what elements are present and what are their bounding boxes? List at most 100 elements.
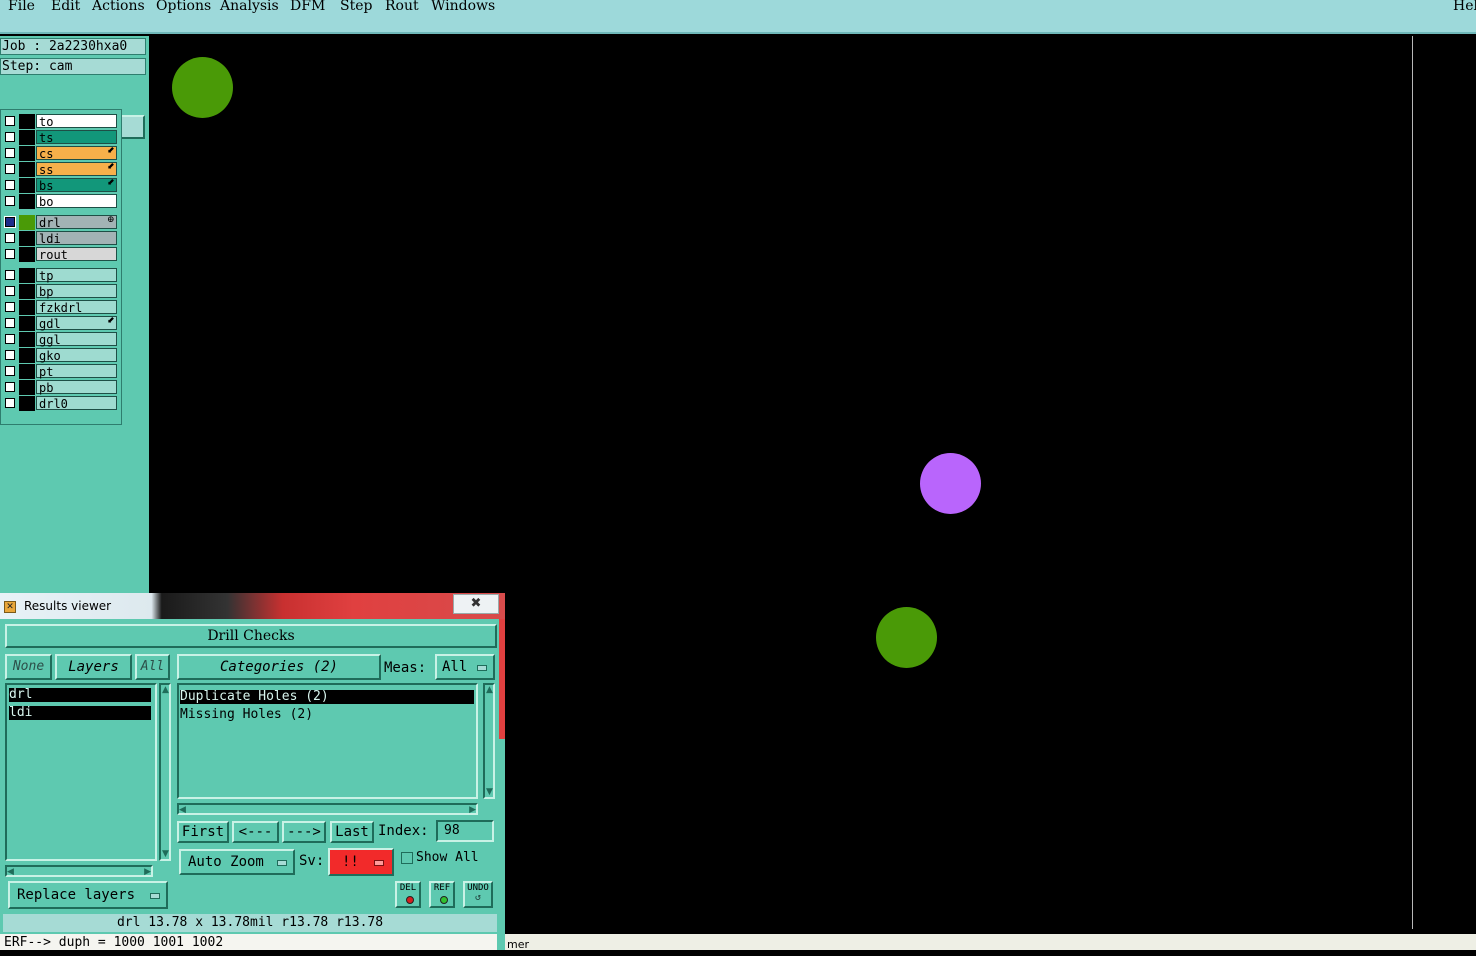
none-button[interactable]: None	[5, 654, 52, 680]
show-all-checkbox[interactable]	[401, 852, 413, 864]
menu-file[interactable]: File	[8, 0, 35, 14]
drill-pad[interactable]	[172, 57, 233, 118]
layer-row-bs[interactable]: bs ⬋	[1, 178, 119, 193]
menu-analysis[interactable]: Analysis	[220, 0, 279, 14]
scroll-up-arrow-icon[interactable]: ▲	[486, 685, 493, 695]
layer-name[interactable]: ss	[36, 162, 117, 177]
layer-name[interactable]: bs	[36, 178, 117, 193]
layer-color-swatch[interactable]	[19, 380, 35, 395]
layer-checkbox[interactable]	[5, 148, 15, 158]
delete-button[interactable]: DEL	[395, 881, 421, 908]
layer-color-swatch[interactable]	[19, 300, 35, 315]
layer-row-gko[interactable]: gko	[1, 348, 119, 363]
first-button[interactable]: First	[177, 821, 229, 843]
layer-checkbox[interactable]	[5, 302, 15, 312]
categories-hscrollbar[interactable]: ◀ ▶	[177, 803, 478, 815]
close-button[interactable]: ✖	[453, 594, 499, 614]
layer-checkbox[interactable]	[5, 382, 15, 392]
layer-row-cs[interactable]: cs ⬋	[1, 146, 119, 161]
all-layers-button[interactable]: All	[135, 654, 170, 680]
layer-checkbox[interactable]	[5, 366, 15, 376]
layer-row-fzkdrl[interactable]: fzkdrl	[1, 300, 119, 315]
previous-button[interactable]: <---	[232, 821, 279, 843]
category-item[interactable]: Missing Holes (2)	[180, 708, 474, 722]
layer-checkbox[interactable]	[5, 249, 15, 259]
ref-button[interactable]: REF	[429, 881, 455, 908]
meas-dropdown[interactable]: All	[435, 654, 495, 680]
layer-row-ts[interactable]: ts	[1, 130, 119, 145]
menu-rout[interactable]: Rout	[385, 0, 419, 14]
result-layer-item[interactable]: drl	[9, 688, 151, 702]
scroll-right-arrow-icon[interactable]: ▶	[469, 805, 476, 815]
layer-color-swatch[interactable]	[19, 146, 35, 161]
scroll-up-arrow-icon[interactable]: ▲	[162, 685, 169, 695]
layer-name[interactable]: ldi	[36, 231, 117, 246]
categories-button[interactable]: Categories (2)	[177, 654, 381, 680]
layer-checkbox[interactable]	[5, 350, 15, 360]
layer-name[interactable]: bo	[36, 194, 117, 209]
highlighted-drill-pad[interactable]	[920, 453, 981, 514]
layer-color-swatch[interactable]	[19, 231, 35, 246]
menu-windows[interactable]: Windows	[431, 0, 495, 14]
layer-checkbox[interactable]	[5, 132, 15, 142]
index-field[interactable]: 98	[436, 820, 494, 842]
layer-color-swatch[interactable]	[19, 162, 35, 177]
layer-color-swatch[interactable]	[19, 194, 35, 209]
layer-checkbox[interactable]	[5, 116, 15, 126]
layer-checkbox[interactable]	[5, 398, 15, 408]
layer-checkbox[interactable]	[5, 196, 15, 206]
layer-name[interactable]: fzkdrl	[36, 300, 117, 315]
layer-color-swatch[interactable]	[19, 364, 35, 379]
scroll-left-arrow-icon[interactable]: ◀	[7, 867, 14, 877]
last-button[interactable]: Last	[330, 821, 374, 843]
layer-row-ldi[interactable]: ldi	[1, 231, 119, 246]
layer-row-bo[interactable]: bo	[1, 194, 119, 209]
layer-checkbox[interactable]	[5, 233, 15, 243]
layer-color-swatch[interactable]	[19, 332, 35, 347]
auto-zoom-dropdown[interactable]: Auto Zoom	[179, 849, 295, 875]
layer-name[interactable]: pb	[36, 380, 117, 395]
layer-color-swatch[interactable]	[19, 130, 35, 145]
menu-help[interactable]: Hel	[1453, 0, 1476, 14]
layers-button[interactable]: Layers	[55, 654, 132, 680]
layer-row-pb[interactable]: pb	[1, 380, 119, 395]
layer-row-to[interactable]: to	[1, 114, 119, 129]
menu-edit[interactable]: Edit	[51, 0, 80, 14]
categories-vscrollbar[interactable]: ▲ ▼	[483, 683, 495, 799]
next-button[interactable]: --->	[282, 821, 326, 843]
layer-color-swatch[interactable]	[19, 316, 35, 331]
layer-row-pt[interactable]: pt	[1, 364, 119, 379]
layer-row-ggl[interactable]: ggl	[1, 332, 119, 347]
layer-name[interactable]: to	[36, 114, 117, 129]
layer-checkbox[interactable]	[5, 270, 15, 280]
scroll-down-arrow-icon[interactable]: ▼	[162, 849, 169, 859]
layer-color-swatch[interactable]	[19, 268, 35, 283]
layer-checkbox[interactable]	[5, 286, 15, 296]
layer-name[interactable]: rout	[36, 247, 117, 262]
replace-layers-dropdown[interactable]: Replace layers	[8, 881, 168, 909]
layer-color-swatch[interactable]	[19, 284, 35, 299]
undo-button[interactable]: UNDO ↺	[463, 881, 493, 908]
layer-row-drl0[interactable]: drl0	[1, 396, 119, 411]
layer-name[interactable]: gdl	[36, 316, 117, 331]
layer-name[interactable]: ts	[36, 130, 117, 145]
layer-name[interactable]: pt	[36, 364, 117, 379]
layer-checkbox[interactable]	[5, 318, 15, 328]
scroll-right-arrow-icon[interactable]: ▶	[144, 867, 151, 877]
results-viewer-titlebar[interactable]: ✕ Results viewer ✖	[0, 593, 505, 619]
layer-name[interactable]: bp	[36, 284, 117, 299]
layer-row-bp[interactable]: bp	[1, 284, 119, 299]
layer-row-drl[interactable]: drl ⊕	[1, 215, 119, 230]
layer-name[interactable]: drl0	[36, 396, 117, 411]
scroll-left-arrow-icon[interactable]: ◀	[179, 805, 186, 815]
layer-checkbox[interactable]	[5, 334, 15, 344]
menu-step[interactable]: Step	[340, 0, 372, 14]
scroll-down-arrow-icon[interactable]: ▼	[486, 787, 493, 797]
layer-checkbox[interactable]	[5, 164, 15, 174]
layer-color-swatch[interactable]	[19, 215, 35, 230]
layer-row-gdl[interactable]: gdl ⬋	[1, 316, 119, 331]
layer-color-swatch[interactable]	[19, 247, 35, 262]
categories-list[interactable]: Duplicate Holes (2) Missing Holes (2)	[177, 683, 478, 799]
severity-dropdown[interactable]: !!	[328, 848, 394, 876]
layer-row-tp[interactable]: tp	[1, 268, 119, 283]
